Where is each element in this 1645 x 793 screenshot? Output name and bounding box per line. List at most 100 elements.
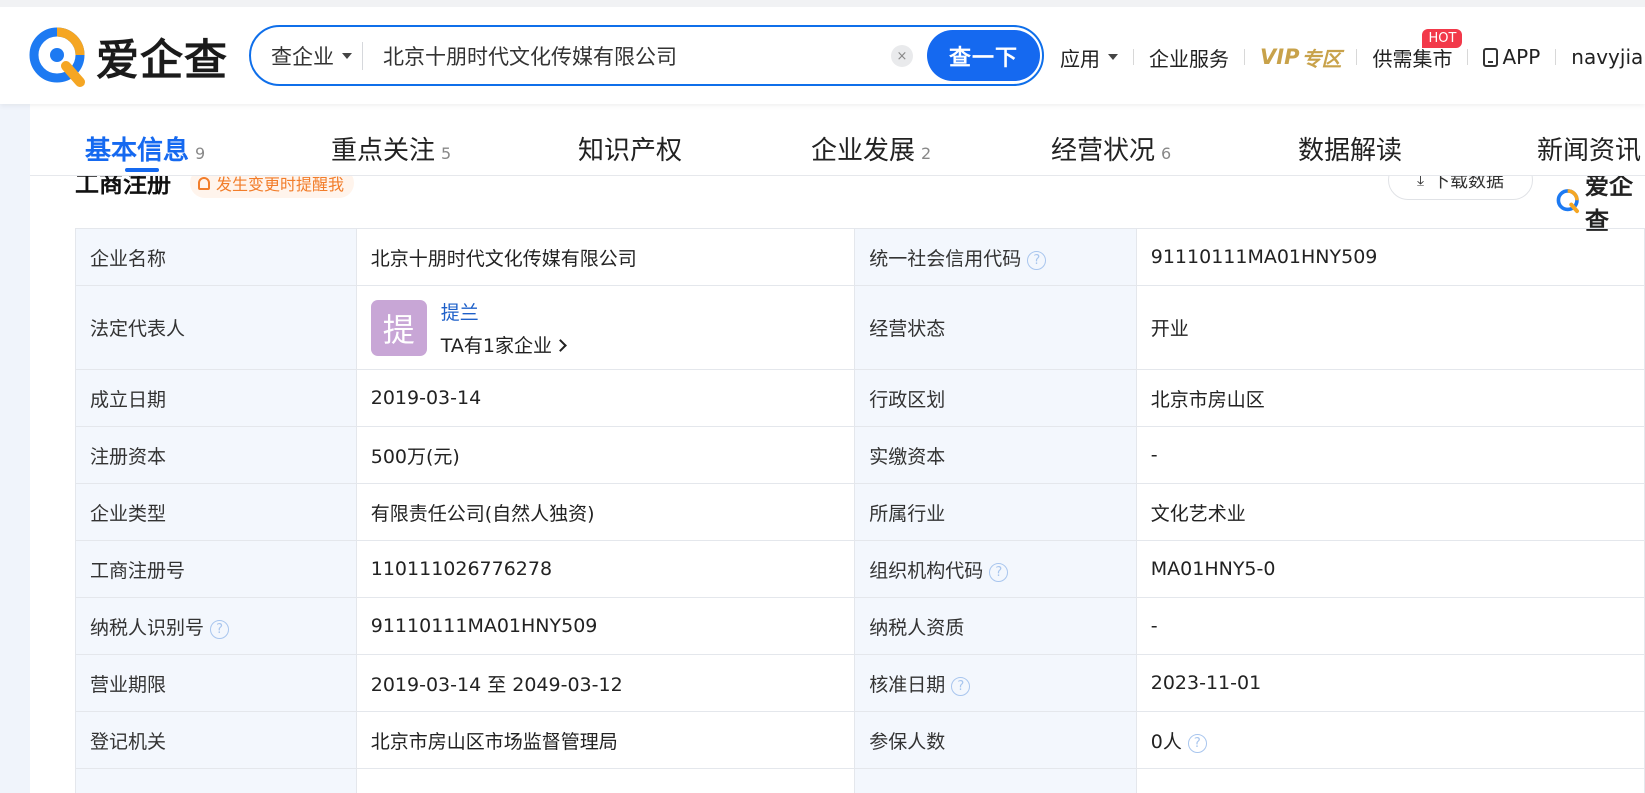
insured-value-cell: 0人? xyxy=(1135,711,1645,769)
taxpayer-id-value: 91110111MA01HNY509 xyxy=(355,597,856,655)
tab-news[interactable]: 新闻资讯 xyxy=(1537,130,1645,167)
question-icon[interactable]: ? xyxy=(1187,733,1207,753)
empty-cell xyxy=(355,768,856,793)
approve-date-value: 2023-11-01 xyxy=(1135,654,1645,712)
question-icon[interactable]: ? xyxy=(951,676,971,696)
credit-code-value: 91110111MA01HNY509 xyxy=(1135,228,1645,286)
status-value: 开业 xyxy=(1135,285,1645,370)
tab-key-focus[interactable]: 重点关注 5 xyxy=(331,130,451,167)
taxpayer-qual-value: - xyxy=(1135,597,1645,655)
tab-label: 数据解读 xyxy=(1298,136,1403,166)
tab-operation[interactable]: 经营状况 6 xyxy=(1051,130,1171,167)
tab-development[interactable]: 企业发展 2 xyxy=(811,130,931,167)
taxpayer-id-label-cell: 纳税人识别号? xyxy=(75,597,357,655)
org-code-label-cell: 组织机构代码? xyxy=(854,540,1137,598)
table-row: 成立日期 2019-03-14 行政区划 北京市房山区 xyxy=(75,369,1645,427)
tab-label: 重点关注 xyxy=(331,136,436,166)
user-name[interactable]: navyjiang xyxy=(1571,45,1645,69)
table-row xyxy=(75,768,1645,793)
tab-count: 5 xyxy=(441,144,452,163)
nav-divider xyxy=(1467,49,1469,65)
nav-divider xyxy=(1244,49,1245,65)
term-label: 营业期限 xyxy=(75,654,357,712)
tab-label: 企业发展 xyxy=(811,136,916,166)
legal-rep-name-link[interactable]: 提兰 xyxy=(441,298,565,325)
left-gutter xyxy=(0,104,30,793)
tab-label: 基本信息 xyxy=(85,136,190,166)
table-row: 法定代表人 提 提兰 TA有1家企业 经营状态 开业 xyxy=(75,285,1645,370)
reg-capital-label: 注册资本 xyxy=(75,426,357,484)
credit-code-label: 统一社会信用代码 xyxy=(869,247,1022,270)
approve-date-label: 核准日期 xyxy=(869,673,946,696)
clear-icon[interactable]: × xyxy=(891,45,913,67)
tab-count: 6 xyxy=(1161,144,1172,163)
region-value: 北京市房山区 xyxy=(1135,369,1645,427)
nav-app[interactable]: APP xyxy=(1483,45,1540,69)
region-label: 行政区划 xyxy=(854,369,1137,427)
table-row: 企业名称 北京十朋时代文化传媒有限公司 统一社会信用代码? 91110111MA… xyxy=(75,228,1645,286)
tab-basic-info[interactable]: 基本信息 9 xyxy=(85,130,205,167)
table-row: 注册资本 500万(元) 实缴资本 - xyxy=(75,426,1645,484)
empty-cell xyxy=(75,768,357,793)
legal-rep-text: 提兰 TA有1家企业 xyxy=(441,298,567,358)
search-button[interactable]: 查一下 xyxy=(927,30,1040,81)
nav-market[interactable]: 供需集市 HOT xyxy=(1372,28,1463,72)
company-type-value: 有限责任公司(自然人独资) xyxy=(355,483,856,541)
search-input[interactable] xyxy=(383,35,853,77)
empty-cell xyxy=(1135,768,1645,793)
search-type-label: 查企业 xyxy=(271,44,334,69)
org-code-label: 组织机构代码 xyxy=(869,559,984,582)
tab-label: 经营状况 xyxy=(1051,136,1156,166)
nav-apps[interactable]: 应用 xyxy=(1060,43,1118,72)
nav-vip-zone[interactable]: VIP 专区 xyxy=(1260,43,1341,72)
paid-capital-value: - xyxy=(1135,426,1645,484)
credit-code-label-cell: 统一社会信用代码? xyxy=(854,228,1137,286)
question-icon[interactable]: ? xyxy=(1027,250,1047,270)
vip-zone-label: 专区 xyxy=(1301,46,1342,71)
caret-down-icon xyxy=(1108,54,1118,60)
hot-badge: HOT xyxy=(1422,28,1463,48)
question-icon[interactable]: ? xyxy=(989,562,1009,582)
nav-apps-label: 应用 xyxy=(1060,46,1100,71)
tab-data-insight[interactable]: 数据解读 xyxy=(1298,130,1408,167)
legal-rep-label: 法定代表人 xyxy=(75,285,357,370)
business-registration-table: 企业名称 北京十朋时代文化传媒有限公司 统一社会信用代码? 91110111MA… xyxy=(75,228,1645,793)
nav-divider xyxy=(1133,49,1134,65)
caret-down-icon xyxy=(342,52,352,59)
table-row: 工商注册号 110111026776278 组织机构代码? MA01HNY5-0 xyxy=(75,540,1645,598)
company-type-label: 企业类型 xyxy=(75,483,357,541)
found-date-label: 成立日期 xyxy=(75,369,357,427)
legal-rep-value: 提 提兰 TA有1家企业 xyxy=(355,285,856,370)
table-row: 纳税人识别号? 91110111MA01HNY509 纳税人资质 - xyxy=(75,597,1645,655)
search-divider xyxy=(362,42,363,70)
authority-value: 北京市房山区市场监督管理局 xyxy=(355,711,856,769)
found-date-value: 2019-03-14 xyxy=(355,369,856,427)
main-panel: 基本信息 9 重点关注 5 知识产权 企业发展 2 经营状况 6 数据解读 新闻资讯 工… xyxy=(30,104,1645,793)
table-row: 营业期限 2019-03-14 至 2049-03-12 核准日期? 2023-… xyxy=(75,654,1645,712)
site-logo[interactable]: 爱企查 xyxy=(28,27,228,87)
search-type-select[interactable]: 查企业 xyxy=(271,27,352,84)
avatar[interactable]: 提 xyxy=(370,299,427,356)
insured-label: 参保人数 xyxy=(854,711,1137,769)
tab-count: 9 xyxy=(195,144,206,163)
logo-text: 爱企查 xyxy=(96,36,228,86)
active-tab-indicator xyxy=(125,168,159,172)
company-name-value: 北京十朋时代文化传媒有限公司 xyxy=(355,228,856,286)
taxpayer-qual-label: 纳税人资质 xyxy=(854,597,1137,655)
nav-enterprise-service[interactable]: 企业服务 xyxy=(1149,43,1229,72)
table-row: 登记机关 北京市房山区市场监督管理局 参保人数 0人? xyxy=(75,711,1645,769)
paid-capital-label: 实缴资本 xyxy=(854,426,1137,484)
top-nav: 应用 企业服务 VIP 专区 供需集市 HOT APP navyjiang xyxy=(1060,28,1645,79)
phone-icon xyxy=(1483,47,1499,67)
legal-rep-card: 提 提兰 TA有1家企业 xyxy=(370,298,841,358)
empty-cell xyxy=(854,768,1137,793)
tab-ip[interactable]: 知识产权 xyxy=(578,130,688,167)
question-icon[interactable]: ? xyxy=(210,619,230,639)
bell-icon xyxy=(198,176,210,190)
company-name-label: 企业名称 xyxy=(75,228,357,286)
reg-capital-value: 500万(元) xyxy=(355,426,856,484)
nav-app-label: APP xyxy=(1502,45,1541,69)
top-header: 爱企查 查企业 × 查一下 应用 企业服务 VIP 专区 供需集市 HOT xyxy=(0,0,1645,104)
legal-rep-companies-link[interactable]: TA有1家企业 xyxy=(441,331,567,358)
industry-label: 所属行业 xyxy=(854,483,1137,541)
